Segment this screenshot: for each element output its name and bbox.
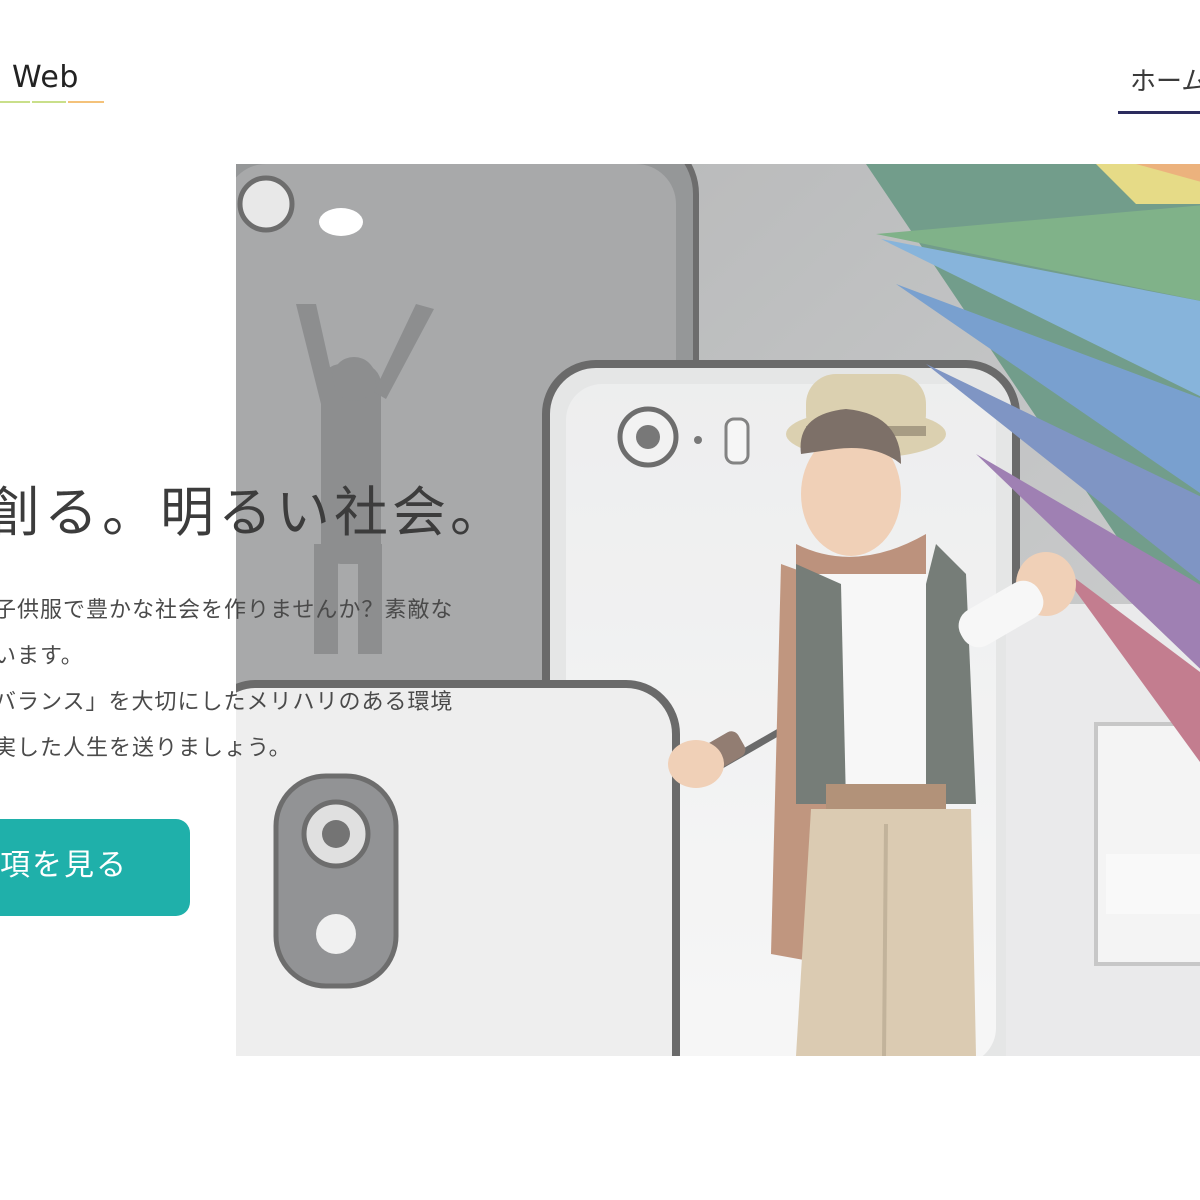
logo-underline-orange xyxy=(68,101,104,103)
page: Web ホーム 創る。明るい社会。 子供服で豊かな社会を作りませんか？素敵な い… xyxy=(0,0,1200,1200)
main-nav: ホーム xyxy=(1118,60,1200,116)
hero-headline: 創る。明るい社会。 xyxy=(0,481,508,544)
hero-description-line: バランス」を大切にしたメリハリのある環境 xyxy=(0,690,454,715)
logo-underline-green-1 xyxy=(0,101,30,103)
nav-item-home[interactable]: ホーム xyxy=(1118,60,1200,114)
cta-button[interactable]: 項を見る xyxy=(0,819,190,916)
hero-description-line: います。 xyxy=(0,644,84,669)
logo-underline-green-2 xyxy=(32,101,66,103)
hero-description-line: 子供服で豊かな社会を作りませんか？素敵な xyxy=(0,598,454,623)
site-logo[interactable]: Web xyxy=(0,56,110,112)
logo-text: Web xyxy=(12,60,79,95)
hero-description: 子供服で豊かな社会を作りませんか？素敵な います。 バランス」を大切にしたメリハ… xyxy=(0,588,554,772)
hero-description-line: 実した人生を送りましょう。 xyxy=(0,736,292,761)
